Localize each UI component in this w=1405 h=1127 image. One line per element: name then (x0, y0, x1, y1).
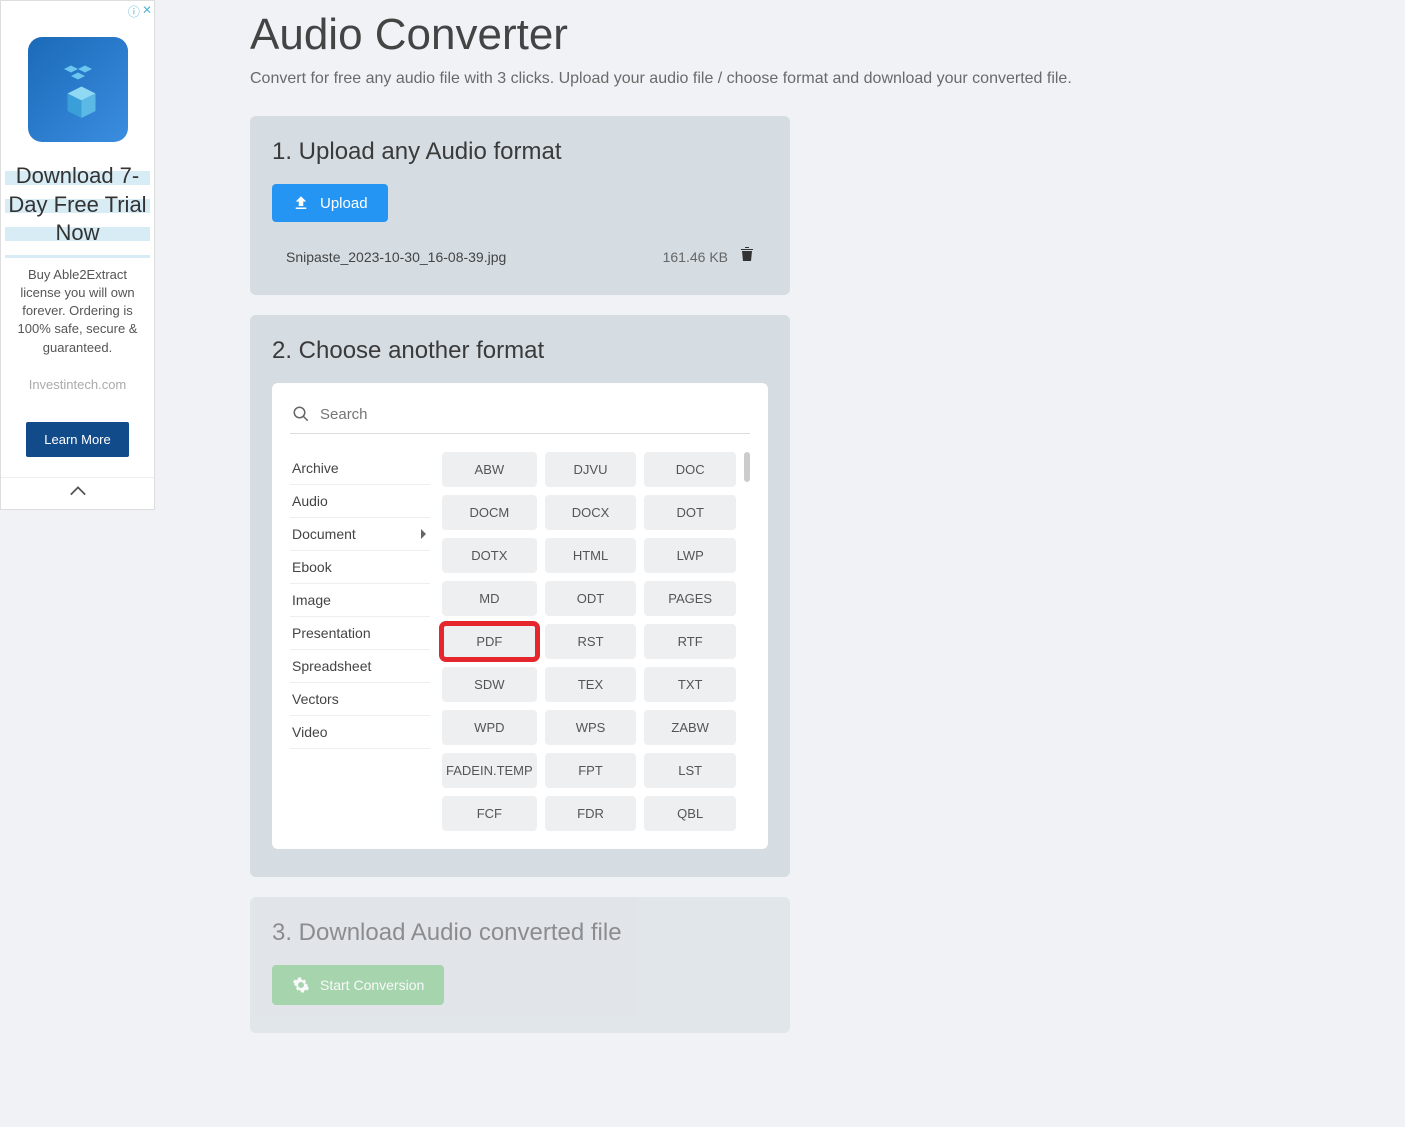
ad-title[interactable]: Download 7-Day Free Trial Now (5, 157, 150, 258)
category-item-audio[interactable]: Audio (290, 485, 430, 518)
uploaded-file-row: Snipaste_2023-10-30_16-08-39.jpg 161.46 … (272, 246, 768, 267)
category-item-document[interactable]: Document (290, 518, 430, 551)
category-list: Archive Audio Document Ebook Image Presentati… (290, 452, 430, 831)
format-lwp[interactable]: LWP (644, 538, 736, 573)
category-item-video[interactable]: Video (290, 716, 430, 749)
chevron-up-icon (69, 484, 87, 498)
format-fdr[interactable]: FDR (545, 796, 637, 831)
choose-format-panel: 2. Choose another format Archive Audio Doc… (250, 315, 790, 877)
delete-file-button[interactable] (740, 246, 754, 267)
category-item-vectors[interactable]: Vectors (290, 683, 430, 716)
format-zabw[interactable]: ZABW (644, 710, 736, 745)
scrollbar[interactable] (744, 452, 750, 482)
format-fadein-temp[interactable]: FADEIN.TEMP (442, 753, 537, 788)
ad-collapse-button[interactable] (1, 477, 154, 509)
category-item-ebook[interactable]: Ebook (290, 551, 430, 584)
category-label: Document (292, 526, 356, 542)
format-html[interactable]: HTML (545, 538, 637, 573)
format-fcf[interactable]: FCF (442, 796, 537, 831)
category-label: Audio (292, 493, 328, 509)
upload-button[interactable]: Upload (272, 184, 388, 222)
ad-image[interactable] (28, 37, 128, 142)
download-panel: 3. Download Audio converted file Start C… (250, 897, 790, 1033)
format-rst[interactable]: RST (545, 624, 637, 659)
format-dot[interactable]: DOT (644, 495, 736, 530)
ad-description: Buy Able2Extract license you will own fo… (1, 258, 154, 365)
upload-panel: 1. Upload any Audio format Upload Snipas… (250, 116, 790, 295)
format-tex[interactable]: TEX (545, 667, 637, 702)
category-label: Ebook (292, 559, 332, 575)
format-rtf[interactable]: RTF (644, 624, 736, 659)
format-sdw[interactable]: SDW (442, 667, 537, 702)
upload-icon (292, 194, 310, 212)
category-label: Video (292, 724, 328, 740)
ad-learn-more-button[interactable]: Learn More (26, 422, 128, 457)
format-doc[interactable]: DOC (644, 452, 736, 487)
cube-icon (43, 55, 113, 125)
choose-heading: 2. Choose another format (272, 337, 768, 365)
format-pages[interactable]: PAGES (644, 581, 736, 616)
format-odt[interactable]: ODT (545, 581, 637, 616)
format-search-input[interactable] (320, 406, 748, 423)
format-md[interactable]: MD (442, 581, 537, 616)
category-label: Archive (292, 460, 339, 476)
format-wps[interactable]: WPS (545, 710, 637, 745)
download-heading: 3. Download Audio converted file (272, 919, 768, 947)
category-label: Presentation (292, 625, 371, 641)
upload-button-label: Upload (320, 195, 368, 212)
start-conversion-button[interactable]: Start Conversion (272, 965, 444, 1005)
format-txt[interactable]: TXT (644, 667, 736, 702)
page-subtitle: Convert for free any audio file with 3 c… (250, 70, 1210, 88)
file-size: 161.46 KB (663, 249, 728, 265)
format-qbl[interactable]: QBL (644, 796, 736, 831)
format-docx[interactable]: DOCX (545, 495, 637, 530)
format-lst[interactable]: LST (644, 753, 736, 788)
format-abw[interactable]: ABW (442, 452, 537, 487)
ad-close-icon[interactable]: ✕ (142, 3, 152, 20)
format-wpd[interactable]: WPD (442, 710, 537, 745)
search-icon (292, 405, 310, 423)
category-label: Image (292, 592, 331, 608)
ad-info-icon[interactable]: ⓘ (128, 3, 140, 20)
category-item-image[interactable]: Image (290, 584, 430, 617)
formats-grid: ABWDJVUDOC DOCMDOCXDOT DOTXHTMLLWP MDODTPAG… (442, 452, 736, 831)
upload-heading: 1. Upload any Audio format (272, 138, 768, 166)
ad-domain: Investintech.com (1, 365, 154, 412)
format-docm[interactable]: DOCM (442, 495, 537, 530)
format-dotx[interactable]: DOTX (442, 538, 537, 573)
ad-sidebar: ⓘ ✕ Download 7-Day Free Trial Now Buy Ab… (0, 0, 155, 510)
format-pdf[interactable]: PDF (442, 624, 537, 659)
chevron-right-icon (420, 528, 428, 540)
page-title: Audio Converter (250, 10, 1210, 60)
category-item-presentation[interactable]: Presentation (290, 617, 430, 650)
trash-icon (740, 246, 754, 262)
category-item-archive[interactable]: Archive (290, 452, 430, 485)
format-fpt[interactable]: FPT (545, 753, 637, 788)
format-djvu[interactable]: DJVU (545, 452, 637, 487)
start-button-label: Start Conversion (320, 977, 424, 993)
gear-icon (292, 976, 310, 994)
category-label: Spreadsheet (292, 658, 371, 674)
category-item-spreadsheet[interactable]: Spreadsheet (290, 650, 430, 683)
category-label: Vectors (292, 691, 339, 707)
file-name: Snipaste_2023-10-30_16-08-39.jpg (286, 249, 506, 265)
